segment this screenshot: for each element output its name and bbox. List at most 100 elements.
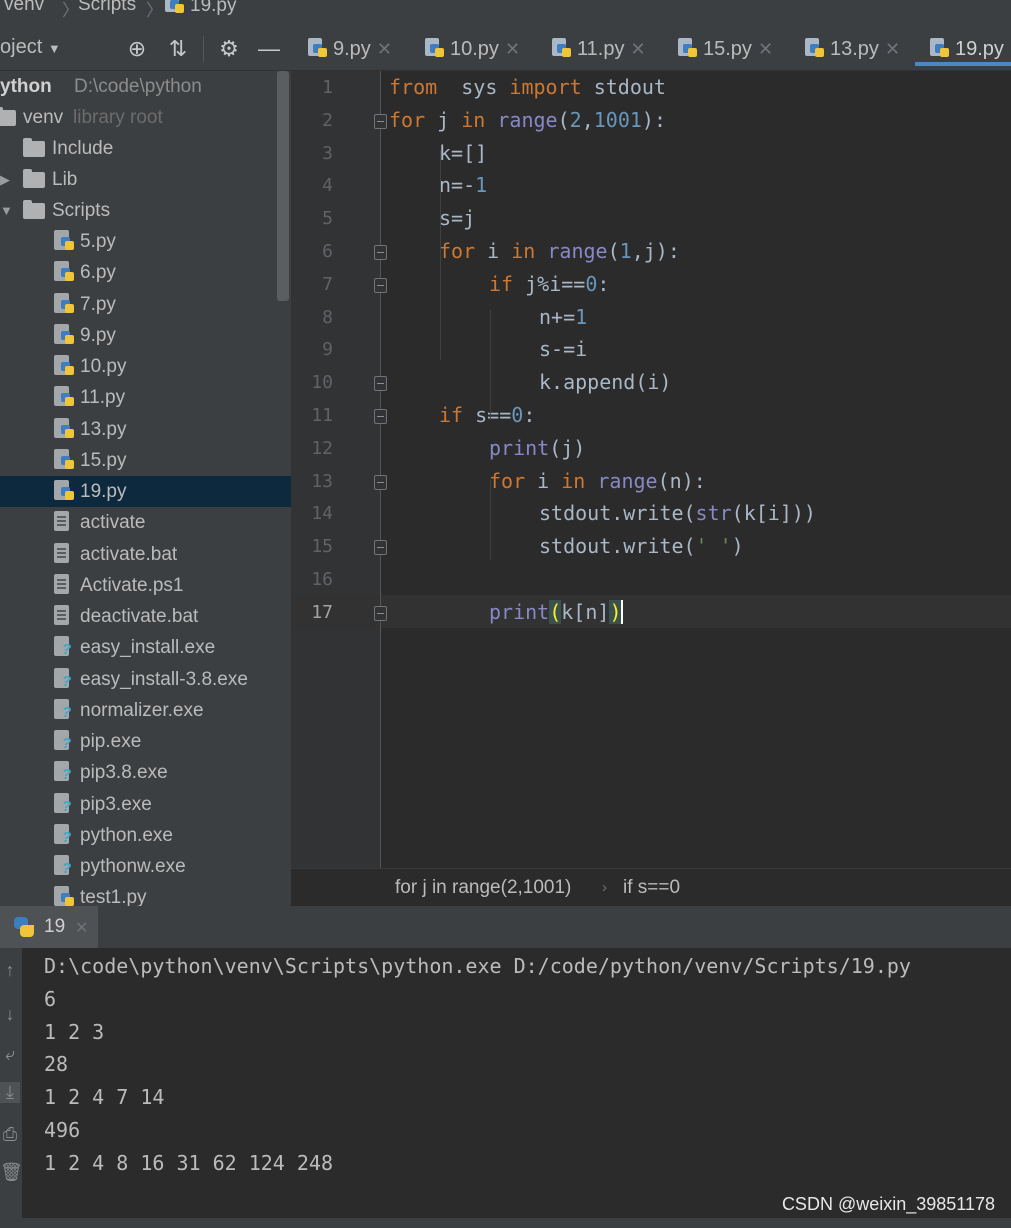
gear-icon[interactable]: ⚙	[216, 36, 242, 62]
tree-file-item[interactable]: 13.py	[0, 414, 291, 445]
tree-file-item[interactable]: ? pythonw.exe	[0, 851, 291, 882]
tab-15-py[interactable]: 15.py ✕	[677, 28, 773, 70]
file-label: Activate.ps1	[80, 574, 184, 596]
minimize-icon[interactable]: —	[256, 36, 282, 62]
chevron-right-icon[interactable]: ▶	[0, 164, 10, 195]
tree-root-python[interactable]: ython D:\code\python	[0, 71, 291, 102]
tree-file-item[interactable]: ? pip.exe	[0, 726, 291, 757]
tree-file-item[interactable]: ? easy_install-3.8.exe	[0, 664, 291, 695]
tree-folder-include[interactable]: Include	[0, 133, 291, 164]
tree-file-item[interactable]: 6.py	[0, 257, 291, 288]
file-label: pythonw.exe	[80, 856, 186, 877]
fold-marker-icon[interactable]	[374, 277, 387, 293]
fold-marker-icon[interactable]	[374, 113, 387, 129]
tree-file-item[interactable]: ? easy_install.exe	[0, 632, 291, 663]
breadcrumb-venv[interactable]: venv	[4, 0, 44, 16]
close-icon[interactable]: ✕	[758, 39, 773, 59]
close-icon[interactable]: ✕	[505, 39, 520, 59]
tab-11-py[interactable]: 11.py ✕	[551, 28, 646, 70]
code-line[interactable]: k.append(i)	[539, 366, 671, 399]
project-view-selector[interactable]: oject ▼	[0, 36, 61, 59]
tree-file-item[interactable]: ? pip3.8.exe	[0, 757, 291, 788]
python-file-icon	[54, 417, 74, 440]
tree-file-item[interactable]: activate	[0, 507, 291, 538]
code-token: ,j):	[631, 239, 680, 263]
fold-marker-icon[interactable]	[374, 245, 387, 260]
chevron-right-icon: ›	[602, 879, 607, 896]
arrow-down-icon[interactable]: ↓	[0, 1004, 20, 1025]
tree-file-item[interactable]: activate.bat	[0, 539, 291, 570]
collapse-all-icon[interactable]: ⇅	[165, 36, 191, 62]
close-icon[interactable]: ✕	[885, 39, 900, 59]
sidebar-scrollbar[interactable]	[277, 71, 289, 301]
tree-folder-venv[interactable]: venv library root	[0, 102, 291, 133]
run-tab-19[interactable]: 19 ✕	[0, 906, 98, 948]
code-line[interactable]: stdout.write(str(k[i]))	[539, 497, 816, 530]
scroll-to-end-icon[interactable]: ⤓	[0, 1082, 20, 1103]
code-line[interactable]: n=-1	[439, 169, 487, 202]
close-icon[interactable]: ✕	[377, 39, 392, 59]
code-line[interactable]: s=j	[439, 202, 475, 235]
tree-file-item[interactable]: ? pip3.exe	[0, 789, 291, 820]
tab-13-py[interactable]: 13.py ✕	[804, 28, 900, 70]
tree-file-item[interactable]: 5.py	[0, 226, 291, 257]
code-token: stdout	[581, 75, 666, 99]
breadcrumb-scripts[interactable]: Scripts	[78, 0, 136, 16]
tab-9-py[interactable]: 9.py ✕	[307, 28, 392, 70]
fold-marker-icon[interactable]	[374, 376, 387, 392]
tab-19-py[interactable]: 19.py	[915, 28, 1011, 66]
code-line[interactable]: stdout.write(' ')	[539, 530, 744, 563]
code-token: in	[561, 468, 586, 493]
fold-marker-icon[interactable]	[374, 474, 387, 490]
unknown-file-icon: ?	[54, 636, 74, 658]
fold-marker-icon[interactable]	[374, 540, 387, 556]
print-icon[interactable]: ⎙	[0, 1124, 20, 1145]
crumb-for-loop[interactable]: for j in range(2,1001)	[395, 877, 571, 899]
code-token: if	[489, 271, 514, 296]
tree-file-item[interactable]: test1.py	[0, 882, 291, 906]
soft-wrap-icon[interactable]: ⤶	[0, 1044, 20, 1065]
chevron-down-icon[interactable]: ▼	[0, 195, 13, 226]
code-line[interactable]: if j%i==0:	[489, 268, 609, 301]
code-line[interactable]: print(j)	[489, 432, 585, 465]
code-line[interactable]: n+=1	[539, 301, 587, 334]
close-icon[interactable]: ✕	[75, 918, 88, 938]
tree-file-item[interactable]: deactivate.bat	[0, 601, 291, 632]
code-line[interactable]: k=[]	[439, 137, 487, 170]
code-line[interactable]: print(k[n])	[489, 596, 624, 629]
fold-marker-icon[interactable]	[374, 605, 387, 621]
text-file-icon	[54, 573, 74, 596]
tree-file-item[interactable]: ? python.exe	[0, 820, 291, 851]
tab-label: 15.py	[703, 38, 752, 60]
code-token: stdout.write(	[539, 501, 696, 526]
code-line[interactable]: if s==0:	[439, 399, 535, 432]
code-line[interactable]: for j in range(2,1001):	[389, 104, 666, 137]
code-line[interactable]: from sys import stdout	[389, 71, 666, 104]
code-line[interactable]: s-=i	[539, 333, 587, 366]
tree-file-item[interactable]: 19.py	[0, 476, 291, 507]
tree-file-item[interactable]: ? normalizer.exe	[0, 695, 291, 726]
trash-icon[interactable]: 🗑	[0, 1162, 23, 1183]
editor-breadcrumb: for j in range(2,1001) › if s==0	[291, 868, 1011, 907]
tab-label: 10.py	[450, 38, 499, 60]
tab-10-py[interactable]: 10.py ✕	[424, 28, 520, 70]
fold-marker-icon[interactable]	[374, 409, 387, 424]
code-line[interactable]: for i in range(1,j):	[439, 235, 680, 268]
locate-icon[interactable]: ⊕	[124, 36, 150, 62]
tree-folder-scripts[interactable]: ▼ Scripts	[0, 195, 291, 226]
breadcrumb-file[interactable]: 19.py	[164, 0, 236, 17]
python-file-icon	[54, 292, 74, 315]
tree-folder-lib[interactable]: ▶ Lib	[0, 164, 291, 195]
tree-file-item[interactable]: 10.py	[0, 351, 291, 382]
tree-file-item[interactable]: 11.py	[0, 382, 291, 413]
tree-file-item[interactable]: 15.py	[0, 445, 291, 476]
crumb-if-statement[interactable]: if s==0	[623, 877, 680, 899]
arrow-up-icon[interactable]: ↑	[0, 960, 20, 981]
code-line[interactable]: for i in range(n):	[489, 465, 706, 498]
tree-file-item[interactable]: 7.py	[0, 289, 291, 320]
tree-file-item[interactable]: 9.py	[0, 320, 291, 351]
file-label: 6.py	[80, 262, 116, 284]
tree-file-item[interactable]: Activate.ps1	[0, 570, 291, 601]
code-token: ' '	[695, 534, 732, 559]
close-icon[interactable]: ✕	[630, 39, 645, 59]
